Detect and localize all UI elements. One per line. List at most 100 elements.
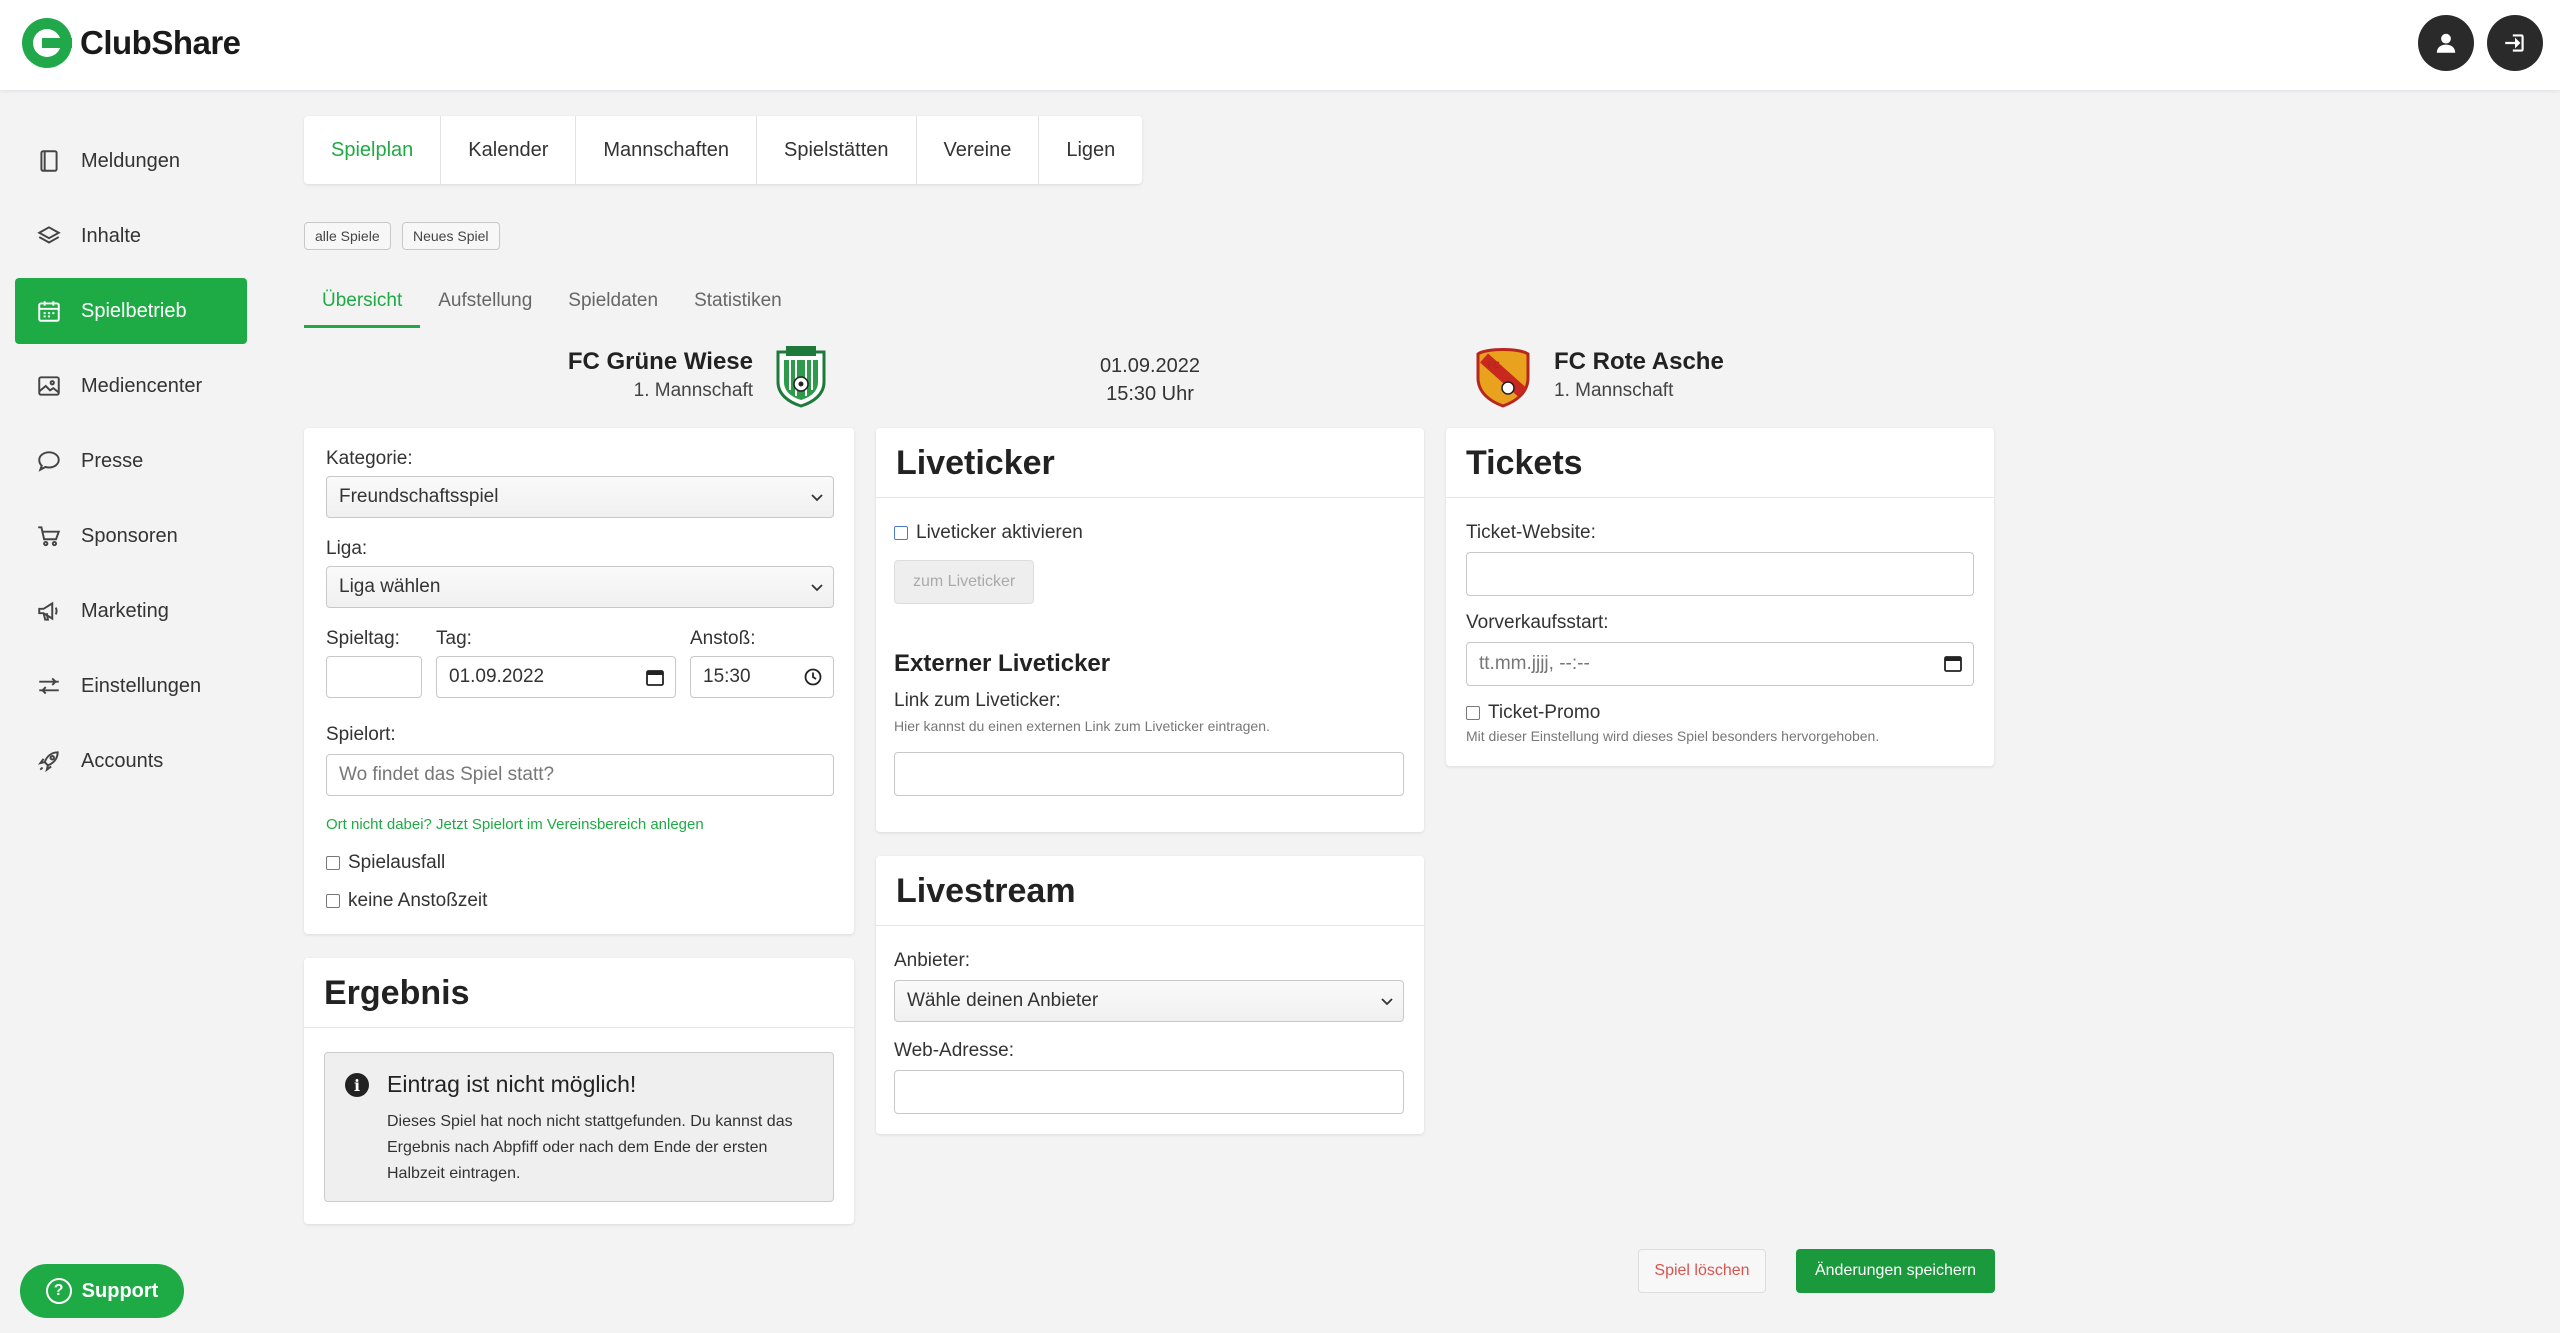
anstoss-time-input[interactable]: 15:30 [690, 656, 834, 698]
liga-select[interactable]: Liga wählen [326, 566, 834, 608]
logout-button[interactable] [2487, 15, 2543, 71]
tab-statistiken[interactable]: Statistiken [676, 282, 800, 328]
sidebar-item-label: Einstellungen [81, 674, 202, 697]
sidebar-item-spielbetrieb[interactable]: Spielbetrieb [15, 278, 247, 344]
keine-anstosszeit-checkbox[interactable]: keine Anstoßzeit [326, 890, 487, 912]
tab-spielplan[interactable]: Spielplan [304, 116, 442, 184]
anbieter-select[interactable]: Wähle deinen Anbieter [894, 980, 1404, 1022]
spielausfall-label: Spielausfall [348, 852, 446, 873]
tag-label: Tag: [436, 628, 472, 649]
clock-icon[interactable] [803, 667, 823, 687]
spielort-label: Spielort: [326, 724, 396, 745]
spielausfall-checkbox[interactable]: Spielausfall [326, 852, 445, 874]
liga-label: Liga: [326, 538, 368, 559]
app-name: ClubShare [80, 24, 241, 61]
calendar-icon [35, 297, 63, 325]
top-bar: ClubShare [0, 0, 2560, 90]
user-icon [2436, 33, 2456, 53]
vorverkauf-placeholder: tt.mm.jjjj, --:-- [1479, 653, 1590, 674]
app-logo[interactable]: ClubShare [22, 18, 241, 68]
ticket-website-input[interactable] [1466, 552, 1974, 596]
tab-spieldaten[interactable]: Spieldaten [550, 282, 676, 328]
match-date: 01.09.2022 [1099, 355, 1201, 377]
ticket-promo-checkbox[interactable]: Ticket-Promo [1466, 702, 1600, 724]
livestream-card: Livestream Anbieter: Wähle deinen Anbiet… [876, 856, 1424, 1134]
extern-liveticker-title: Externer Liveticker [894, 650, 1111, 677]
spielort-input[interactable]: Wo findet das Spiel statt? [326, 754, 834, 796]
spieltag-label: Spieltag: [326, 628, 400, 649]
tag-value: 01.09.2022 [449, 666, 545, 687]
checkbox-box[interactable] [326, 894, 340, 908]
liveticker-link-input[interactable] [894, 752, 1404, 796]
all-games-button[interactable]: alle Spiele [304, 222, 391, 250]
sidebar-item-meldungen[interactable]: Meldungen [15, 128, 247, 194]
tag-date-input[interactable]: 01.09.2022 [436, 656, 676, 698]
sidebar-item-marketing[interactable]: Marketing [15, 578, 247, 644]
spieltag-input[interactable] [326, 656, 422, 698]
sidebar-item-accounts[interactable]: Accounts [15, 728, 247, 794]
support-button[interactable]: ? Support [20, 1264, 184, 1318]
checkbox-box[interactable] [1466, 706, 1480, 720]
profile-button[interactable] [2418, 15, 2474, 71]
web-address-input[interactable] [894, 1070, 1404, 1114]
anstoss-value: 15:30 [703, 666, 751, 687]
liveticker-activate-checkbox[interactable]: Liveticker aktivieren [894, 522, 1083, 544]
ergebnis-title: Ergebnis [304, 958, 854, 1028]
tab-spielstaetten[interactable]: Spielstätten [757, 116, 917, 184]
info-icon: i [345, 1073, 369, 1097]
sidebar-item-label: Mediencenter [81, 374, 203, 397]
info-alert: i Eintrag ist nicht möglich! Dieses Spie… [324, 1052, 834, 1202]
tab-vereine[interactable]: Vereine [917, 116, 1040, 184]
web-address-label: Web-Adresse: [894, 1040, 1015, 1061]
svg-text:FC: FC [1487, 361, 1500, 371]
sidebar-item-einstellungen[interactable]: Einstellungen [15, 653, 247, 719]
sidebar-item-label: Spielbetrieb [81, 299, 187, 322]
new-game-button[interactable]: Neues Spiel [402, 222, 500, 250]
chevron-down-icon [1381, 998, 1393, 1006]
layers-icon [35, 222, 63, 250]
book-icon [35, 147, 63, 175]
keine-anstosszeit-label: keine Anstoßzeit [348, 890, 488, 911]
away-crest-icon: FC [1476, 348, 1530, 408]
tickets-card: Tickets Ticket-Website: Vorverkaufsstart… [1446, 428, 1994, 766]
checkbox-box[interactable] [326, 856, 340, 870]
liveticker-card: Liveticker Liveticker aktivieren zum Liv… [876, 428, 1424, 832]
sidebar-item-label: Sponsoren [81, 524, 178, 547]
liveticker-link-hint: Hier kannst du einen externen Link zum L… [894, 718, 1270, 734]
image-icon [35, 372, 63, 400]
to-liveticker-button[interactable]: zum Liveticker [894, 560, 1035, 604]
save-changes-button[interactable]: Änderungen speichern [1796, 1249, 1995, 1293]
kategorie-select[interactable]: Freundschaftsspiel [326, 476, 834, 518]
away-team-name: FC Rote Asche [1554, 348, 1724, 375]
sidebar-item-presse[interactable]: Presse [15, 428, 247, 494]
sidebar-item-label: Inhalte [81, 224, 142, 247]
home-team-squad: 1. Mannschaft [633, 380, 753, 401]
vorverkauf-datetime-input[interactable]: tt.mm.jjjj, --:-- [1466, 642, 1974, 686]
livestream-title: Livestream [876, 856, 1424, 926]
calendar-icon[interactable] [1943, 653, 1963, 673]
checkbox-box[interactable] [894, 526, 908, 540]
calendar-icon[interactable] [645, 667, 665, 687]
sidebar-item-label: Marketing [81, 599, 169, 622]
sidebar-item-label: Meldungen [81, 149, 180, 172]
tickets-title: Tickets [1446, 428, 1994, 498]
rocket-icon [35, 747, 63, 775]
match-datetime: 01.09.2022 15:30 Uhr [1050, 352, 1250, 408]
tab-uebersicht[interactable]: Übersicht [304, 282, 421, 328]
sidebar-item-inhalte[interactable]: Inhalte [15, 203, 247, 269]
sub-tabs: Übersicht Aufstellung Spieldaten Statist… [304, 282, 800, 328]
create-venue-link[interactable]: Ort nicht dabei? Jetzt Spielort im Verei… [326, 816, 704, 833]
match-time: 15:30 Uhr [1106, 383, 1194, 405]
anbieter-value: Wähle deinen Anbieter [907, 990, 1099, 1011]
tab-kalender[interactable]: Kalender [441, 116, 577, 184]
sidebar-item-mediencenter[interactable]: Mediencenter [15, 353, 247, 419]
main-tabs: Spielplan Kalender Mannschaften Spielstä… [304, 116, 1143, 184]
megaphone-icon [35, 597, 63, 625]
chat-icon [35, 447, 63, 475]
sidebar-item-sponsoren[interactable]: Sponsoren [15, 503, 247, 569]
tab-ligen[interactable]: Ligen [1039, 116, 1142, 184]
delete-game-button[interactable]: Spiel löschen [1638, 1249, 1766, 1293]
tab-aufstellung[interactable]: Aufstellung [420, 282, 550, 328]
tab-mannschaften[interactable]: Mannschaften [576, 116, 757, 184]
help-icon: ? [45, 1278, 72, 1304]
